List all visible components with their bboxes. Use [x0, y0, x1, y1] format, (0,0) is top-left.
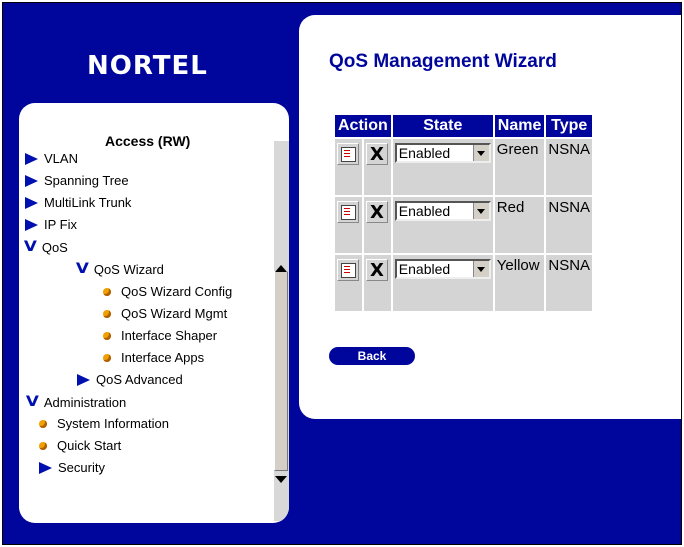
scrollbar-thumb[interactable] [274, 271, 288, 471]
edit-cell [335, 197, 362, 253]
edit-button[interactable] [337, 143, 359, 165]
collapse-arrow-icon: V [23, 239, 37, 255]
delete-x-icon: X [369, 259, 384, 281]
state-cell: Enabled [392, 197, 493, 253]
type-cell: NSNA [546, 255, 593, 311]
state-select[interactable]: Enabled [394, 259, 491, 279]
column-header-type: Type [546, 115, 593, 137]
delete-cell: X [363, 197, 391, 253]
expand-arrow-icon [25, 218, 38, 231]
type-cell: NSNA [546, 139, 593, 195]
bullet-icon [103, 309, 111, 318]
expand-arrow-icon [77, 373, 90, 386]
state-cell: Enabled [392, 255, 493, 311]
nav-title: Access (RW) [105, 133, 191, 149]
expand-arrow-icon [39, 461, 52, 474]
nortel-logo: NORTEL [87, 51, 208, 81]
edit-cell [335, 139, 362, 195]
edit-icon [340, 146, 356, 162]
nav-scrollbar[interactable] [274, 141, 289, 521]
back-button[interactable]: Back [329, 347, 415, 365]
delete-x-icon: X [369, 143, 384, 165]
name-cell: Green [494, 139, 545, 195]
expand-arrow-icon [25, 196, 38, 209]
dropdown-arrow-icon [472, 145, 489, 161]
expand-arrow-icon [25, 152, 38, 165]
bullet-icon [103, 331, 111, 340]
nav-item-spanning-tree[interactable]: Spanning Tree [25, 173, 129, 188]
column-header-state: State [392, 115, 493, 137]
nav-item-vlan[interactable]: VLAN [25, 151, 78, 166]
nav-item-multilink-trunk[interactable]: MultiLink Trunk [25, 195, 131, 210]
qos-table: Action State Name Type X Enabled Green N… [333, 113, 594, 313]
nav-item-administration[interactable]: V Administration [25, 394, 126, 410]
table-row: X Enabled Red NSNA [335, 197, 593, 253]
nav-item-qos-advanced[interactable]: QoS Advanced [77, 372, 183, 387]
edit-button[interactable] [337, 259, 359, 281]
dropdown-arrow-icon [472, 261, 489, 277]
delete-cell: X [363, 255, 391, 311]
navigation-panel: Access (RW) VLAN Spanning Tree MultiLink… [19, 103, 289, 523]
nav-item-system-information[interactable]: System Information [39, 416, 169, 431]
state-select[interactable]: Enabled [394, 143, 491, 163]
dropdown-arrow-icon [472, 203, 489, 219]
column-header-name: Name [494, 115, 545, 137]
edit-icon [340, 204, 356, 220]
main-panel: QoS Management Wizard Action State Name … [299, 15, 681, 419]
bullet-icon [103, 287, 111, 296]
nav-item-qos-wizard-mgmt[interactable]: QoS Wizard Mgmt [103, 306, 227, 321]
delete-button[interactable]: X [365, 201, 388, 223]
table-header-row: Action State Name Type [335, 115, 593, 137]
scroll-up-arrow-icon[interactable] [275, 265, 287, 272]
nav-item-ip-fix[interactable]: IP Fix [25, 217, 77, 232]
collapse-arrow-icon: V [75, 261, 89, 277]
delete-cell: X [363, 139, 391, 195]
column-header-action: Action [335, 115, 391, 137]
app-frame: NORTEL Access (RW) VLAN Spanning Tree Mu… [2, 2, 682, 545]
state-cell: Enabled [392, 139, 493, 195]
delete-x-icon: X [369, 201, 384, 223]
edit-cell [335, 255, 362, 311]
table-row: X Enabled Yellow NSNA [335, 255, 593, 311]
name-cell: Red [494, 197, 545, 253]
nav-item-security[interactable]: Security [39, 460, 105, 475]
type-cell: NSNA [546, 197, 593, 253]
delete-button[interactable]: X [365, 259, 388, 281]
name-cell: Yellow [494, 255, 545, 311]
nav-item-interface-shaper[interactable]: Interface Shaper [103, 328, 217, 343]
edit-button[interactable] [337, 201, 359, 223]
edit-icon [340, 262, 356, 278]
bullet-icon [39, 441, 47, 450]
table-row: X Enabled Green NSNA [335, 139, 593, 195]
nav-item-quick-start[interactable]: Quick Start [39, 438, 121, 453]
expand-arrow-icon [25, 174, 38, 187]
nav-item-qos-wizard[interactable]: V QoS Wizard [75, 261, 164, 277]
nav-item-qos-wizard-config[interactable]: QoS Wizard Config [103, 284, 232, 299]
delete-button[interactable]: X [365, 143, 388, 165]
bullet-icon [103, 353, 111, 362]
nav-item-interface-apps[interactable]: Interface Apps [103, 350, 204, 365]
nav-item-qos[interactable]: V QoS [23, 239, 68, 255]
scroll-down-arrow-icon[interactable] [275, 476, 287, 483]
state-select[interactable]: Enabled [394, 201, 491, 221]
bullet-icon [39, 419, 47, 428]
page-title: QoS Management Wizard [329, 51, 557, 72]
collapse-arrow-icon: V [25, 394, 39, 410]
